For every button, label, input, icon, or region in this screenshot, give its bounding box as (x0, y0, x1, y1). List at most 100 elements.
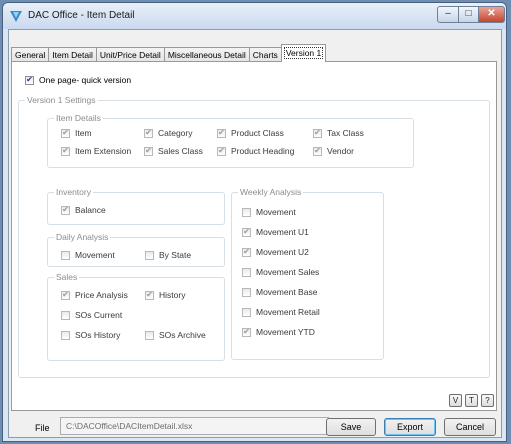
checkbox-label: Movement U2 (256, 247, 309, 257)
checkbox-box (145, 250, 154, 260)
tool-buttons: V T ? (449, 394, 494, 407)
checkbox-box (144, 128, 153, 138)
movement-u1-checkbox[interactable]: Movement U1 (242, 227, 309, 237)
product-class-checkbox[interactable]: Product Class (217, 128, 284, 138)
checkbox-box (217, 146, 226, 156)
by-state-checkbox[interactable]: By State (145, 250, 191, 260)
tab-version-1[interactable]: Version 1 (280, 44, 327, 62)
dialog-body: General Item Detail Unit/Price Detail Mi… (8, 29, 502, 438)
cancel-button[interactable]: Cancel (444, 418, 496, 436)
checkbox-box (313, 146, 322, 156)
movement-u2-checkbox[interactable]: Movement U2 (242, 247, 309, 257)
sos-history-checkbox[interactable]: SOs History (61, 330, 120, 340)
checkbox-box (144, 146, 153, 156)
checkbox-label: Movement YTD (256, 327, 315, 337)
vendor-checkbox[interactable]: Vendor (313, 146, 354, 156)
sos-archive-checkbox[interactable]: SOs Archive (145, 330, 206, 340)
checkbox-label: Movement (75, 250, 115, 260)
checkbox-box (145, 330, 154, 340)
movement-sales-checkbox[interactable]: Movement Sales (242, 267, 319, 277)
minimize-button[interactable]: – (437, 6, 459, 23)
checkbox-box (242, 227, 251, 237)
export-button[interactable]: Export (384, 418, 436, 436)
checkbox-box (61, 330, 70, 340)
v-button[interactable]: V (449, 394, 462, 407)
sales-label: Sales (54, 272, 80, 282)
daily-movement-checkbox[interactable]: Movement (61, 250, 115, 260)
item-details-label: Item Details (54, 113, 103, 123)
checkbox-box (61, 128, 70, 138)
checkbox-label: SOs History (75, 330, 121, 340)
file-label: File (35, 423, 50, 433)
daily-analysis-label: Daily Analysis (54, 232, 111, 242)
one-page-checkbox[interactable]: One page- quick version (25, 75, 131, 85)
checkbox-label: Movement Sales (256, 267, 320, 277)
version-1-settings-label: Version 1 Settings (25, 95, 98, 105)
checkbox-box (242, 327, 251, 337)
title-bar[interactable]: DAC Office - Item Detail – □ ✕ (3, 3, 506, 29)
checkbox-box (61, 290, 70, 300)
checkbox-box (61, 250, 70, 260)
checkbox-label: Item Extension (75, 146, 132, 156)
save-button[interactable]: Save (326, 418, 376, 436)
checkbox-label: Product Heading (231, 146, 295, 156)
file-path-field[interactable]: C:\DACOffice\DACItemDetail.xlsx (60, 417, 329, 435)
version-1-settings-group: Version 1 Settings Item Details Item Cat… (18, 95, 490, 378)
checkbox-box (61, 205, 70, 215)
weekly-analysis-label: Weekly Analysis (238, 187, 304, 197)
movement-base-checkbox[interactable]: Movement Base (242, 287, 317, 297)
checkbox-label: SOs Archive (159, 330, 206, 340)
one-page-label: One page- quick version (39, 75, 132, 85)
balance-checkbox[interactable]: Balance (61, 205, 106, 215)
checkbox-box (313, 128, 322, 138)
checkbox-box (242, 267, 251, 277)
close-button[interactable]: ✕ (478, 6, 505, 23)
movement-ytd-checkbox[interactable]: Movement YTD (242, 327, 315, 337)
sos-current-checkbox[interactable]: SOs Current (61, 310, 122, 320)
checkbox-label: Movement Retail (256, 307, 320, 317)
checkbox-box (61, 310, 70, 320)
checkbox-label: Movement U1 (256, 227, 309, 237)
checkbox-label: Movement (256, 207, 296, 217)
daily-analysis-group: Daily Analysis Movement By State (47, 232, 225, 267)
checkbox-label: Tax Class (327, 128, 364, 138)
checkbox-box (242, 207, 251, 217)
checkbox-label: By State (159, 250, 192, 260)
checkbox-box (25, 75, 34, 85)
checkbox-box (61, 146, 70, 156)
sales-class-checkbox[interactable]: Sales Class (144, 146, 203, 156)
checkbox-label: Price Analysis (75, 290, 128, 300)
checkbox-box (242, 287, 251, 297)
help-button[interactable]: ? (481, 394, 494, 407)
checkbox-box (217, 128, 226, 138)
inventory-label: Inventory (54, 187, 93, 197)
price-analysis-checkbox[interactable]: Price Analysis (61, 290, 128, 300)
item-checkbox[interactable]: Item (61, 128, 92, 138)
inventory-group: Inventory Balance (47, 187, 225, 225)
weekly-movement-checkbox[interactable]: Movement (242, 207, 296, 217)
window-title: DAC Office - Item Detail (28, 10, 135, 21)
checkbox-label: Item (75, 128, 92, 138)
checkbox-label: Sales Class (158, 146, 203, 156)
tab-version-1-label: Version 1 (283, 47, 324, 59)
movement-retail-checkbox[interactable]: Movement Retail (242, 307, 320, 317)
tax-class-checkbox[interactable]: Tax Class (313, 128, 364, 138)
checkbox-label: History (159, 290, 186, 300)
checkbox-label: Vendor (327, 146, 354, 156)
maximize-button[interactable]: □ (458, 6, 479, 23)
history-checkbox[interactable]: History (145, 290, 185, 300)
checkbox-label: SOs Current (75, 310, 123, 320)
checkbox-label: Movement Base (256, 287, 318, 297)
checkbox-label: Category (158, 128, 193, 138)
weekly-analysis-group: Weekly Analysis Movement Movement U1 Mov… (231, 187, 384, 360)
checkbox-box (145, 290, 154, 300)
sales-group: Sales Price Analysis History SOs Current… (47, 272, 225, 361)
product-heading-checkbox[interactable]: Product Heading (217, 146, 294, 156)
item-extension-checkbox[interactable]: Item Extension (61, 146, 131, 156)
version-1-panel: One page- quick version Version 1 Settin… (11, 61, 497, 411)
item-details-group: Item Details Item Category Product Class… (47, 113, 414, 168)
t-button[interactable]: T (465, 394, 478, 407)
checkbox-box (242, 307, 251, 317)
tab-strip: General Item Detail Unit/Price Detail Mi… (11, 44, 327, 63)
category-checkbox[interactable]: Category (144, 128, 193, 138)
